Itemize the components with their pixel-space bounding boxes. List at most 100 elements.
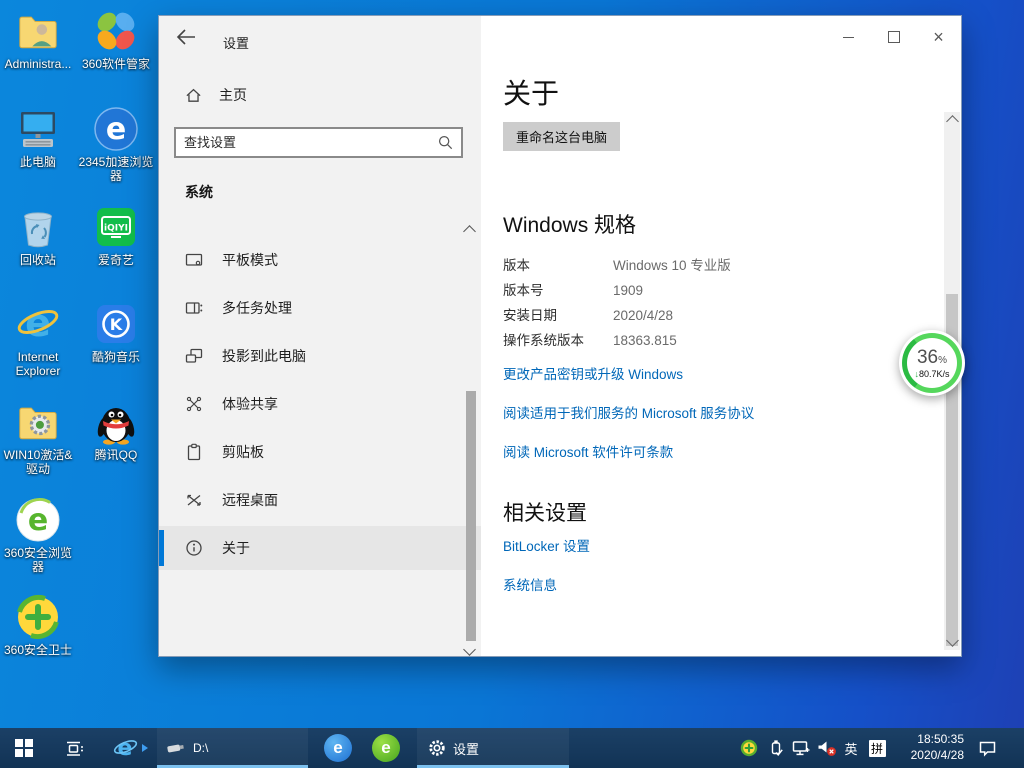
- change-product-key-link[interactable]: 更改产品密钥或升级 Windows: [503, 363, 915, 383]
- svg-text:e: e: [25, 301, 51, 345]
- remote-desktop-icon: [185, 491, 203, 509]
- tray-360-icon[interactable]: [736, 728, 762, 768]
- desktop-icon-label: 360软件管家: [82, 57, 150, 71]
- clock-time: 18:50:35: [917, 732, 964, 748]
- tray-ime-mode[interactable]: 拼: [864, 728, 890, 768]
- settings-button-label: 设置: [453, 739, 479, 758]
- desktop-icon-2345-browser[interactable]: e 2345加速浏览器: [78, 106, 154, 184]
- minimize-button[interactable]: [826, 16, 871, 58]
- ime-language-label: 英: [844, 739, 857, 758]
- chevron-up-icon[interactable]: [463, 225, 476, 238]
- 2345-browser-taskbar-icon[interactable]: e: [318, 728, 358, 768]
- taskbar: e D:\ e e 设置 英: [0, 728, 1024, 768]
- start-icon: [15, 739, 33, 757]
- sidebar-item-remote-desktop[interactable]: 远程桌面: [159, 478, 481, 522]
- task-view-icon: [65, 739, 84, 758]
- clipboard-icon: [185, 443, 203, 461]
- computer-icon: [15, 106, 61, 152]
- network-speed: 80.7K/s: [919, 369, 950, 379]
- sidebar-scrollbar-thumb[interactable]: [466, 391, 476, 641]
- recycle-bin-icon: [15, 204, 61, 250]
- license-terms-link[interactable]: 阅读 Microsoft 软件许可条款: [503, 441, 915, 461]
- desktop-icon-tencent-qq[interactable]: 腾讯QQ: [78, 399, 154, 462]
- sidebar-item-shared-experiences[interactable]: 体验共享: [159, 382, 481, 426]
- sidebar-section-label: 系统: [185, 182, 213, 202]
- desktop-icon-label: WIN10激活&驱动: [0, 448, 76, 477]
- page-title: 关于: [503, 72, 915, 112]
- sidebar-item-home[interactable]: 主页: [185, 82, 247, 108]
- sidebar-item-about[interactable]: 关于: [159, 526, 481, 570]
- settings-sidebar: 设置 主页 系统 平板模式 多任务处理: [159, 16, 481, 656]
- desktop-icon-label: Internet Explorer: [0, 350, 76, 379]
- desktop-icon-administrator[interactable]: Administra...: [0, 8, 76, 71]
- ime-mode-label: 拼: [869, 740, 886, 757]
- desktop-icon-label: 爱奇艺: [98, 253, 134, 267]
- system-info-link[interactable]: 系统信息: [503, 574, 915, 594]
- svg-text:K: K: [110, 315, 123, 334]
- desktop-icon-recycle-bin[interactable]: 回收站: [0, 204, 76, 267]
- flower-petals-icon: [93, 8, 139, 54]
- search-icon[interactable]: [438, 135, 453, 150]
- info-icon: [185, 539, 203, 557]
- folder-gear-icon: [15, 399, 61, 445]
- svg-text:e: e: [106, 112, 126, 147]
- start-button[interactable]: [0, 728, 48, 768]
- desktop-icon-this-pc[interactable]: 此电脑: [0, 106, 76, 169]
- rename-pc-button[interactable]: 重命名这台电脑: [503, 122, 620, 151]
- settings-window: 设置 主页 系统 平板模式 多任务处理: [158, 15, 962, 657]
- tray-usb-icon[interactable]: [764, 728, 788, 768]
- jumplist-arrow-icon: [142, 744, 148, 752]
- sidebar-item-projecting[interactable]: 投影到此电脑: [159, 334, 481, 378]
- memory-percent: 36: [917, 347, 938, 368]
- project-icon: [185, 347, 203, 365]
- action-center-icon: [978, 740, 997, 757]
- chevron-up-icon[interactable]: [946, 115, 959, 128]
- multitask-icon: [185, 299, 203, 317]
- 360-browser-taskbar-icon[interactable]: e: [366, 728, 406, 768]
- ie-icon: e: [113, 735, 139, 761]
- settings-taskbar-button[interactable]: 设置: [417, 728, 569, 768]
- window-title: 设置: [223, 33, 249, 52]
- desktop: Administra... 360软件管家 此电脑 e 2345加速浏览器 回收…: [0, 0, 1024, 768]
- close-button[interactable]: ×: [916, 16, 961, 58]
- chevron-down-icon[interactable]: [463, 643, 476, 656]
- kugou-icon: K: [93, 301, 139, 347]
- maximize-button[interactable]: [871, 16, 916, 58]
- desktop-icon-kugou-music[interactable]: K 酷狗音乐: [78, 301, 154, 364]
- svg-text:iQIYI: iQIYI: [104, 224, 128, 234]
- sidebar-item-multitasking[interactable]: 多任务处理: [159, 286, 481, 330]
- ie-taskbar-button[interactable]: e: [108, 728, 152, 768]
- blue-e-circle-icon: e: [93, 106, 139, 152]
- sidebar-item-clipboard[interactable]: 剪贴板: [159, 430, 481, 474]
- desktop-icon-label: 此电脑: [20, 155, 56, 169]
- tray-ime-language[interactable]: 英: [840, 728, 862, 768]
- action-center-button[interactable]: [968, 728, 1006, 768]
- 360-speed-ball[interactable]: 36% ↓80.7K/s: [899, 330, 965, 396]
- tray-network-icon[interactable]: [788, 728, 814, 768]
- services-agreement-link[interactable]: 阅读适用于我们服务的 Microsoft 服务协议: [503, 402, 915, 422]
- desktop-icon-win10-activation[interactable]: WIN10激活&驱动: [0, 399, 76, 477]
- qq-penguin-icon: [93, 399, 139, 445]
- share-icon: [185, 395, 203, 413]
- desktop-icon-360-safe-browser[interactable]: e 360安全浏览器: [0, 497, 76, 575]
- spec-row: 操作系统版本18363.815: [503, 328, 915, 353]
- bitlocker-settings-link[interactable]: BitLocker 设置: [503, 535, 915, 555]
- explorer-taskbar-button[interactable]: D:\: [157, 728, 308, 768]
- related-settings-title: 相关设置: [503, 497, 915, 527]
- spec-section-title: Windows 规格: [503, 209, 915, 239]
- taskbar-clock[interactable]: 18:50:35 2020/4/28: [892, 728, 966, 768]
- tray-volume-muted-icon[interactable]: [814, 728, 840, 768]
- search-input[interactable]: [176, 135, 438, 150]
- desktop-icon-360-safety-guard[interactable]: 360安全卫士: [0, 594, 76, 657]
- shield-plus-icon: [15, 594, 61, 640]
- back-arrow-icon[interactable]: [176, 29, 200, 49]
- task-view-button[interactable]: [56, 728, 92, 768]
- desktop-icon-iqiyi[interactable]: iQIYI 爱奇艺: [78, 204, 154, 267]
- desktop-icon-internet-explorer[interactable]: e Internet Explorer: [0, 301, 76, 379]
- tablet-icon: [185, 251, 203, 269]
- desktop-icon-label: 酷狗音乐: [92, 350, 140, 364]
- sidebar-item-tablet-mode[interactable]: 平板模式: [159, 238, 481, 282]
- spec-row: 版本号1909: [503, 278, 915, 303]
- desktop-icon-360-software-manager[interactable]: 360软件管家: [78, 8, 154, 71]
- desktop-icon-label: 回收站: [20, 253, 56, 267]
